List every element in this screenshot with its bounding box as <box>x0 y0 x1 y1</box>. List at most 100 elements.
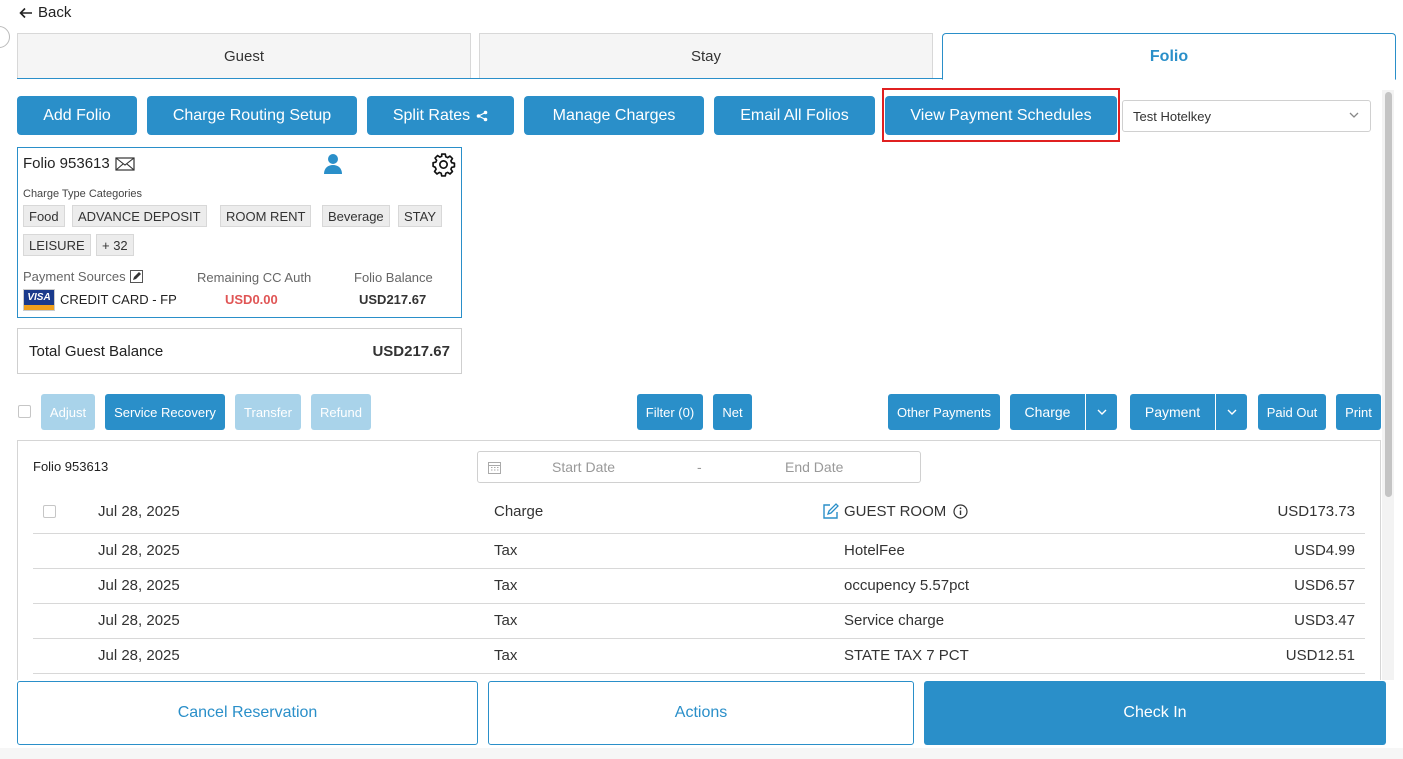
property-select[interactable]: Test Hotelkey <box>1122 100 1371 132</box>
service-recovery-button[interactable]: Service Recovery <box>105 394 225 430</box>
row-type: Tax <box>494 577 518 594</box>
row-amount: USD4.99 <box>1294 542 1355 559</box>
other-payments-button[interactable]: Other Payments <box>888 394 1000 430</box>
row-date: Jul 28, 2025 <box>98 612 180 629</box>
property-select-value: Test Hotelkey <box>1133 108 1212 124</box>
row-description: GUEST ROOM <box>844 503 947 520</box>
print-button[interactable]: Print <box>1336 394 1381 430</box>
row-type: Tax <box>494 542 518 559</box>
date-range-picker[interactable]: Start Date - End Date <box>477 451 921 483</box>
payment-source-name: CREDIT CARD - FP <box>60 292 177 307</box>
folio-title: Folio 953613 <box>23 155 110 172</box>
side-handle[interactable] <box>0 26 10 48</box>
card-brand: VISA <box>24 290 54 305</box>
transfer-label: Transfer <box>244 404 292 420</box>
select-all-checkbox[interactable] <box>18 405 31 418</box>
gear-icon[interactable] <box>431 152 456 177</box>
cancel-reservation-button[interactable]: Cancel Reservation <box>17 681 478 745</box>
split-rates-label: Split Rates <box>392 106 471 124</box>
bottom-strip <box>0 748 1403 759</box>
view-payment-schedules-button[interactable]: View Payment Schedules <box>885 96 1117 135</box>
visa-card-icon: VISA <box>23 289 55 311</box>
row-amount: USD3.47 <box>1294 612 1355 629</box>
charge-routing-label: Charge Routing Setup <box>172 106 332 124</box>
row-date: Jul 28, 2025 <box>98 542 180 559</box>
check-in-button[interactable]: Check In <box>924 681 1386 745</box>
total-guest-balance: Total Guest Balance USD217.67 <box>17 328 462 374</box>
print-label: Print <box>1345 404 1372 420</box>
tab-guest[interactable]: Guest <box>17 33 471 78</box>
view-payment-schedules-label: View Payment Schedules <box>910 106 1092 124</box>
edit-icon[interactable] <box>129 270 143 283</box>
payment-label: Payment <box>1144 404 1201 420</box>
paid-out-button[interactable]: Paid Out <box>1258 394 1326 430</box>
charge-button[interactable]: Charge <box>1010 394 1085 430</box>
row-description: Service charge <box>844 612 945 629</box>
back-link[interactable]: Back <box>18 4 71 21</box>
info-icon[interactable] <box>953 504 968 519</box>
calendar-icon <box>488 462 501 474</box>
row-description: occupency 5.57pct <box>844 577 970 594</box>
row-amount: USD6.57 <box>1294 577 1355 594</box>
folio-balance-value: USD217.67 <box>359 292 427 307</box>
refund-label: Refund <box>320 404 362 420</box>
net-button[interactable]: Net <box>713 394 752 430</box>
category-chip: Food <box>23 205 65 227</box>
actions-label: Actions <box>674 704 728 721</box>
transfer-button[interactable]: Transfer <box>235 394 301 430</box>
row-description: HotelFee <box>844 542 905 559</box>
add-folio-label: Add Folio <box>43 106 111 124</box>
payment-sources-label: Payment Sources <box>23 269 126 284</box>
row-checkbox[interactable] <box>43 505 56 518</box>
total-balance-value: USD217.67 <box>372 342 450 360</box>
tab-stay[interactable]: Stay <box>479 33 933 78</box>
row-divider <box>33 533 1365 534</box>
adjust-label: Adjust <box>49 404 87 420</box>
row-description: STATE TAX 7 PCT <box>844 647 969 664</box>
payment-button[interactable]: Payment <box>1130 394 1215 430</box>
row-date: Jul 28, 2025 <box>98 577 180 594</box>
categories-label: Charge Type Categories <box>23 188 143 200</box>
payment-sources-row: Payment Sources <box>23 269 143 284</box>
category-chip: ROOM RENT <box>220 205 312 227</box>
end-date-input[interactable]: End Date <box>785 459 843 475</box>
payment-dropdown-button[interactable] <box>1216 394 1247 430</box>
tab-folio[interactable]: Folio <box>942 33 1396 80</box>
refund-button[interactable]: Refund <box>311 394 371 430</box>
category-chip: STAY <box>398 205 443 227</box>
other-payments-label: Other Payments <box>897 404 991 420</box>
email-all-folios-button[interactable]: Email All Folios <box>714 96 875 135</box>
user-icon[interactable] <box>324 153 342 175</box>
list-folio-label: Folio 953613 <box>33 459 109 474</box>
manage-charges-button[interactable]: Manage Charges <box>524 96 704 135</box>
tab-stay-label: Stay <box>690 47 721 65</box>
charge-dropdown-button[interactable] <box>1086 394 1117 430</box>
adjust-button[interactable]: Adjust <box>41 394 95 430</box>
date-separator: - <box>697 459 702 475</box>
chevron-down-icon <box>1097 409 1106 415</box>
total-balance-label: Total Guest Balance <box>29 342 164 360</box>
scrollbar-thumb[interactable] <box>1385 92 1392 497</box>
row-type: Tax <box>494 647 518 664</box>
start-date-input[interactable]: Start Date <box>552 459 615 475</box>
chevron-down-icon <box>1227 409 1236 415</box>
filter-button[interactable]: Filter (0) <box>637 394 703 430</box>
more-categories-chip[interactable]: + 32 <box>96 234 134 256</box>
row-divider <box>33 568 1365 569</box>
split-rates-button[interactable]: Split Rates <box>367 96 514 135</box>
add-folio-button[interactable]: Add Folio <box>17 96 137 135</box>
service-recovery-label: Service Recovery <box>114 404 216 420</box>
share-icon <box>476 110 488 121</box>
cancel-reservation-label: Cancel Reservation <box>177 704 318 721</box>
edit-charge-icon[interactable] <box>822 503 839 520</box>
row-amount: USD12.51 <box>1285 647 1355 664</box>
actions-button[interactable]: Actions <box>488 681 914 745</box>
back-label: Back <box>38 4 72 21</box>
row-date: Jul 28, 2025 <box>98 647 180 664</box>
filter-label: Filter (0) <box>645 404 695 420</box>
row-divider <box>33 603 1365 604</box>
row-amount: USD173.73 <box>1277 503 1355 520</box>
charge-routing-button[interactable]: Charge Routing Setup <box>147 96 357 135</box>
envelope-icon[interactable] <box>115 156 135 171</box>
manage-charges-label: Manage Charges <box>552 106 676 124</box>
